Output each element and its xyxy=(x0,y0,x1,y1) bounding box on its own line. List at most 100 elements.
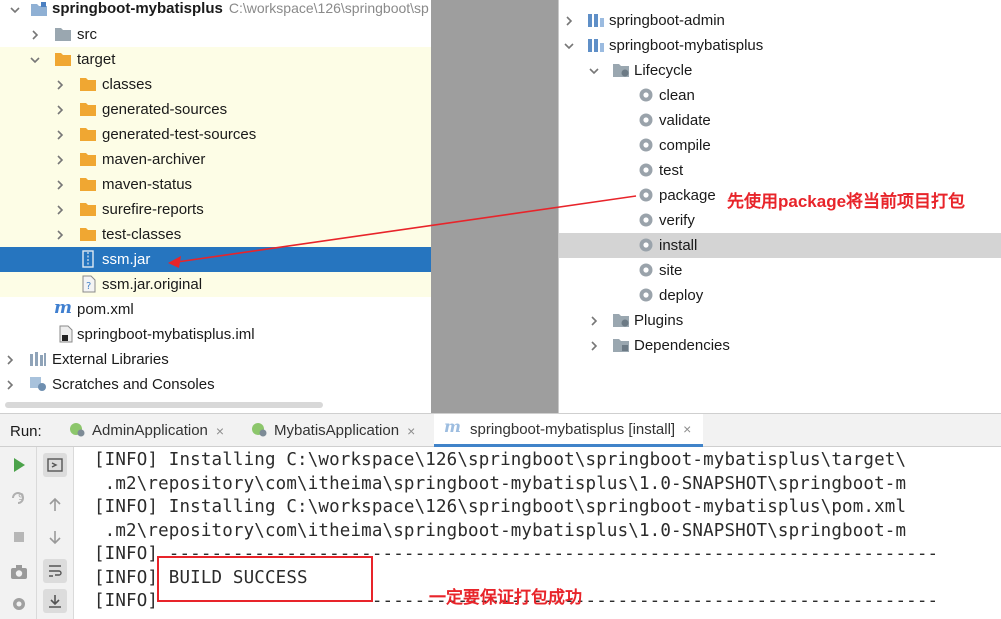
soft-wrap-icon[interactable] xyxy=(43,559,67,583)
module-folder-icon xyxy=(30,1,48,17)
run-play-icon[interactable] xyxy=(7,453,31,477)
chevron-right-icon[interactable] xyxy=(589,316,599,326)
tree-item-label: maven-status xyxy=(102,176,193,193)
gear-icon xyxy=(638,187,656,203)
lifecycle-phase-validate[interactable]: validate xyxy=(559,108,1001,133)
tree-item-external-libraries[interactable]: External Libraries xyxy=(0,347,431,372)
maven-plugins-node[interactable]: Plugins xyxy=(559,308,1001,333)
spring-boot-icon xyxy=(68,421,86,441)
folder-icon xyxy=(79,76,97,92)
arrow-up-icon[interactable] xyxy=(43,493,67,517)
maven-project-label: springboot-mybatisplus xyxy=(609,37,764,54)
tree-item-generated-test-sources[interactable]: generated-test-sources xyxy=(0,122,431,147)
chevron-down-icon[interactable] xyxy=(589,66,599,76)
folder-icon xyxy=(54,26,72,42)
rerun-failed-icon[interactable]: 9 xyxy=(7,484,31,508)
lifecycle-phase-install[interactable]: install xyxy=(559,233,1001,258)
tree-item-pom-xml[interactable]: m pom.xml xyxy=(0,297,431,322)
jar-archive-icon xyxy=(81,250,99,268)
tree-item-label: maven-archiver xyxy=(102,151,206,168)
chevron-right-icon[interactable] xyxy=(564,16,574,26)
console-line: [INFO] Installing C:\workspace\126\sprin… xyxy=(94,450,907,470)
chevron-right-icon[interactable] xyxy=(55,205,65,215)
gear-icon xyxy=(638,237,656,253)
chevron-right-icon[interactable] xyxy=(55,105,65,115)
maven-project-label: springboot-admin xyxy=(609,12,725,29)
horizontal-scrollbar[interactable] xyxy=(5,402,323,408)
lifecycle-phase-label: site xyxy=(659,262,683,279)
tab-mybatisplus-install[interactable]: m springboot-mybatisplus [install] × xyxy=(434,414,704,447)
spring-boot-icon xyxy=(250,421,268,441)
lifecycle-phase-site[interactable]: site xyxy=(559,258,1001,283)
tree-item-maven-status[interactable]: maven-status xyxy=(0,172,431,197)
lifecycle-phase-label: test xyxy=(659,162,684,179)
chevron-right-icon[interactable] xyxy=(30,30,40,40)
restore-layout-icon[interactable] xyxy=(43,453,67,477)
lifecycle-phase-label: install xyxy=(659,237,698,254)
chevron-right-icon[interactable] xyxy=(5,380,15,390)
tree-item-ssm-jar-original[interactable]: ? ssm.jar.original xyxy=(0,272,431,297)
tree-item-label: generated-test-sources xyxy=(102,126,257,143)
console-line: .m2\repository\com\itheima\springboot-my… xyxy=(94,473,907,494)
close-icon[interactable]: × xyxy=(407,423,415,439)
tab-admin-application[interactable]: AdminApplication × xyxy=(64,414,234,447)
tree-item-label: springboot-mybatisplus.iml xyxy=(77,326,255,343)
package-annotation-text: 先使用package将当前项目打包 xyxy=(727,192,966,211)
gear-icon xyxy=(638,212,656,228)
settings-gear-icon[interactable] xyxy=(7,592,31,616)
chevron-down-icon[interactable] xyxy=(564,41,574,51)
maven-lifecycle-node[interactable]: Lifecycle xyxy=(559,58,1001,83)
maven-dependencies-node[interactable]: Dependencies xyxy=(559,333,1001,358)
chevron-down-icon[interactable] xyxy=(10,5,20,15)
chevron-right-icon[interactable] xyxy=(55,80,65,90)
tree-item-scratches[interactable]: Scratches and Consoles xyxy=(0,372,431,397)
camera-icon[interactable] xyxy=(7,560,31,584)
project-root-label: springboot-mybatisplus xyxy=(52,0,223,17)
folder-icon xyxy=(79,226,97,242)
chevron-right-icon[interactable] xyxy=(55,155,65,165)
close-icon[interactable]: × xyxy=(683,421,691,437)
lifecycle-phase-compile[interactable]: compile xyxy=(559,133,1001,158)
folder-icon xyxy=(79,176,97,192)
tab-mybatis-application[interactable]: MybatisApplication × xyxy=(246,414,425,447)
chevron-right-icon[interactable] xyxy=(589,341,599,351)
lifecycle-phase-deploy[interactable]: deploy xyxy=(559,283,1001,308)
run-toolbar-right xyxy=(37,447,74,619)
tree-item-ssm-jar[interactable]: ssm.jar xyxy=(0,247,431,272)
dependencies-folder-icon xyxy=(612,337,630,353)
editor-gutter-area xyxy=(431,0,558,413)
chevron-right-icon[interactable] xyxy=(5,355,15,365)
tree-item-src[interactable]: src xyxy=(0,22,431,47)
close-icon[interactable]: × xyxy=(216,423,224,439)
scroll-to-end-icon[interactable] xyxy=(43,589,67,613)
lifecycle-phase-test[interactable]: test xyxy=(559,158,1001,183)
folder-icon xyxy=(79,201,97,217)
gear-icon xyxy=(638,162,656,178)
partial-row-top xyxy=(559,0,1001,2)
arrow-down-icon[interactable] xyxy=(43,525,67,549)
chevron-right-icon[interactable] xyxy=(55,230,65,240)
tree-item-classes[interactable]: classes xyxy=(0,72,431,97)
tree-item-target[interactable]: target xyxy=(0,47,431,72)
tree-item-maven-archiver[interactable]: maven-archiver xyxy=(0,147,431,172)
maven-project-springboot-mybatisplus[interactable]: springboot-mybatisplus xyxy=(559,33,1001,58)
chevron-right-icon[interactable] xyxy=(55,180,65,190)
chevron-down-icon[interactable] xyxy=(30,55,40,65)
unknown-file-icon: ? xyxy=(81,275,99,293)
maven-m-icon: m xyxy=(444,417,464,439)
folder-icon xyxy=(79,101,97,117)
lifecycle-folder-icon xyxy=(612,62,630,78)
tree-item-iml-file[interactable]: springboot-mybatisplus.iml xyxy=(0,322,431,347)
chevron-right-icon[interactable] xyxy=(55,130,65,140)
tree-item-generated-sources[interactable]: generated-sources xyxy=(0,97,431,122)
tree-item-label: pom.xml xyxy=(77,301,134,318)
lifecycle-phase-clean[interactable]: clean xyxy=(559,83,1001,108)
stop-icon[interactable] xyxy=(7,525,31,549)
tree-item-test-classes[interactable]: test-classes xyxy=(0,222,431,247)
tree-item-project-root[interactable]: springboot-mybatisplus C:\workspace\126\s… xyxy=(0,0,431,22)
maven-project-springboot-admin[interactable]: springboot-admin xyxy=(559,8,1001,33)
lifecycle-phase-label: package xyxy=(659,187,716,204)
tree-item-surefire-reports[interactable]: surefire-reports xyxy=(0,197,431,222)
iml-file-icon xyxy=(58,325,76,343)
folder-icon xyxy=(79,126,97,142)
